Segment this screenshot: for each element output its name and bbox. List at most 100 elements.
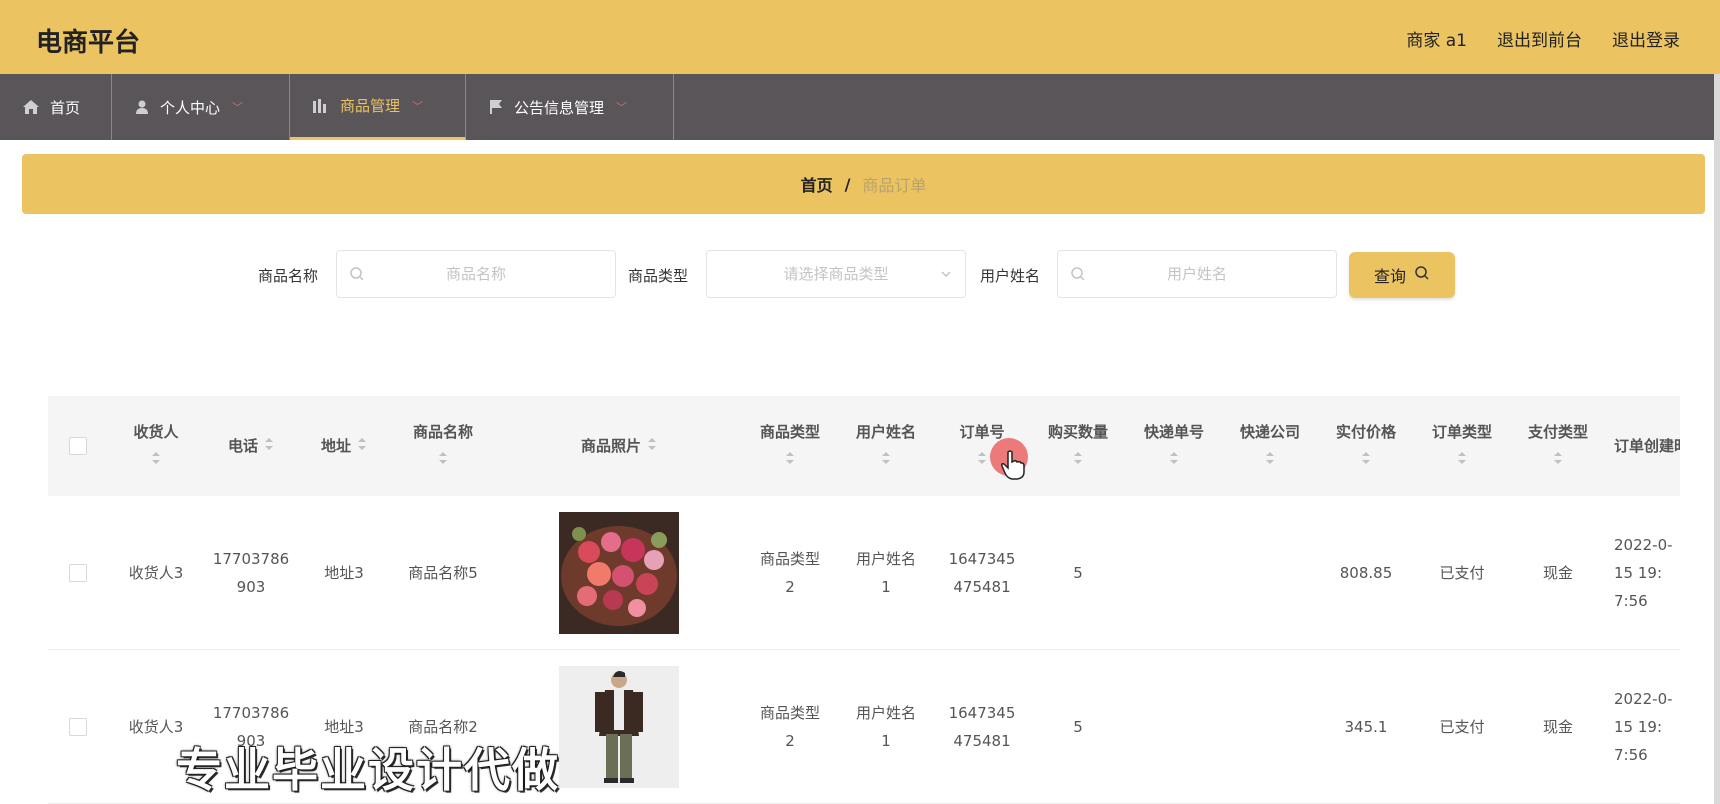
search-icon	[349, 266, 365, 286]
header-price[interactable]: 实付价格	[1318, 396, 1414, 496]
sort-icon[interactable]	[647, 432, 657, 460]
header-phone[interactable]: 电话	[204, 396, 298, 496]
chevron-down-icon: ﹀	[616, 101, 628, 114]
breadcrumb: 首页 / 商品订单	[22, 154, 1705, 214]
sort-icon[interactable]	[1169, 446, 1179, 474]
sort-icon[interactable]	[1265, 446, 1275, 474]
sort-icon[interactable]	[1073, 446, 1083, 474]
header-pay-type[interactable]: 支付类型	[1510, 396, 1606, 496]
sort-icon[interactable]	[264, 432, 274, 460]
sort-icon[interactable]	[1553, 446, 1563, 474]
search-icon	[1070, 266, 1086, 286]
cell-goods-photo[interactable]	[496, 496, 742, 650]
user-icon	[134, 99, 150, 115]
header-actions: 商家 a1 退出到前台 退出登录	[1406, 26, 1680, 51]
cell-goods-type: 商品类型2	[759, 704, 820, 750]
cell-order-type: 已支付	[1439, 718, 1485, 736]
exit-to-front-link[interactable]: 退出到前台	[1497, 26, 1582, 51]
goods-name-field[interactable]	[336, 250, 616, 298]
merchant-user-label[interactable]: 商家 a1	[1406, 26, 1467, 51]
header-pay-type-label: 支付类型	[1527, 423, 1588, 441]
goods-type-label: 商品类型	[628, 267, 689, 285]
sort-icon[interactable]	[785, 446, 795, 474]
table-header: 收货人 电话 地址 商品名称 商品照片 商品类型 用户姓名 订单号 购买数量 快…	[48, 396, 1680, 496]
nav-item-personal-center[interactable]: 个人中心 ﹀	[112, 74, 290, 140]
nav-item-notice-management[interactable]: 公告信息管理 ﹀	[466, 74, 674, 140]
header-select-all[interactable]	[48, 396, 108, 496]
header-goods-photo[interactable]: 商品照片	[496, 396, 742, 496]
header-address-label: 地址	[320, 437, 351, 455]
user-name-input[interactable]	[1058, 251, 1336, 297]
hand-pointer-icon	[1000, 450, 1026, 484]
chart-icon	[312, 98, 330, 114]
cell-express-company	[1222, 650, 1318, 804]
header-goods-photo-label: 商品照片	[580, 437, 641, 455]
sort-icon[interactable]	[1361, 446, 1371, 474]
sort-icon[interactable]	[151, 446, 161, 474]
cell-pay-type: 现金	[1542, 564, 1573, 582]
top-header: 电商平台 商家 a1 退出到前台 退出登录	[0, 0, 1720, 74]
header-created[interactable]: 订单创建时间	[1606, 396, 1680, 496]
header-quantity-label: 购买数量	[1047, 423, 1108, 441]
sort-icon[interactable]	[357, 432, 367, 460]
cell-address: 地址3	[324, 564, 364, 582]
header-goods-type[interactable]: 商品类型	[742, 396, 838, 496]
header-express-company[interactable]: 快递公司	[1222, 396, 1318, 496]
logout-link[interactable]: 退出登录	[1612, 26, 1680, 51]
sort-icon[interactable]	[881, 446, 891, 474]
cell-price: 345.1	[1344, 718, 1388, 736]
query-button-label: 查询	[1373, 267, 1406, 286]
goods-name-input[interactable]	[337, 251, 615, 297]
cell-receiver: 收货人3	[128, 564, 184, 582]
header-goods-name-label: 商品名称	[412, 423, 473, 441]
cell-created: 2022-0-15 19:7:56	[1614, 690, 1673, 764]
cell-goods-type: 商品类型2	[759, 550, 820, 596]
row-checkbox-cell[interactable]	[48, 496, 108, 650]
search-icon	[1414, 265, 1430, 285]
goods-type-input[interactable]	[707, 251, 965, 297]
nav-label-goods-management: 商品管理	[340, 97, 401, 115]
header-quantity[interactable]: 购买数量	[1030, 396, 1126, 496]
flower-bouquet-photo[interactable]	[559, 512, 679, 634]
goods-name-label: 商品名称	[258, 267, 319, 285]
header-user-name[interactable]: 用户姓名	[838, 396, 934, 496]
cell-user-name: 用户姓名1	[855, 550, 916, 596]
flag-icon	[488, 99, 504, 115]
man-in-jacket-photo[interactable]	[559, 666, 679, 788]
row-checkbox-cell[interactable]	[48, 650, 108, 804]
header-goods-name[interactable]: 商品名称	[390, 396, 496, 496]
sort-icon[interactable]	[438, 446, 448, 474]
cell-express-no	[1126, 496, 1222, 650]
breadcrumb-separator: /	[844, 174, 851, 194]
row-checkbox[interactable]	[69, 564, 87, 582]
header-goods-type-label: 商品类型	[759, 423, 820, 441]
home-icon	[22, 99, 40, 115]
query-button[interactable]: 查询	[1349, 252, 1455, 298]
header-phone-label: 电话	[227, 437, 258, 455]
app-title: 电商平台	[36, 28, 141, 58]
breadcrumb-home[interactable]: 首页	[801, 172, 833, 196]
header-order-type[interactable]: 订单类型	[1414, 396, 1510, 496]
table-row[interactable]: 收货人3 17703786903 地址3 商品名称5 商品类型2 用户姓名1 1…	[48, 496, 1680, 650]
nav-item-home[interactable]: 首页	[0, 74, 112, 140]
sort-icon[interactable]	[977, 446, 987, 474]
select-all-checkbox[interactable]	[69, 437, 87, 455]
nav-item-goods-management[interactable]: 商品管理 ﹀	[290, 74, 466, 140]
header-receiver[interactable]: 收货人	[108, 396, 204, 496]
nav-label-notice-management: 公告信息管理	[514, 98, 605, 117]
row-checkbox[interactable]	[69, 718, 87, 736]
cell-goods-name: 商品名称5	[408, 564, 478, 582]
sort-icon[interactable]	[1457, 446, 1467, 474]
page-scrollbar[interactable]	[1714, 74, 1720, 804]
cell-pay-type: 现金	[1542, 718, 1573, 736]
cell-price: 808.85	[1339, 564, 1393, 582]
header-receiver-label: 收货人	[133, 423, 179, 441]
header-address[interactable]: 地址	[298, 396, 390, 496]
user-name-field[interactable]	[1057, 250, 1337, 298]
cell-phone: 17703786903	[212, 550, 290, 596]
nav-label-home: 首页	[50, 98, 81, 117]
goods-type-select[interactable]	[706, 250, 966, 298]
header-express-no[interactable]: 快递单号	[1126, 396, 1222, 496]
cell-quantity: 5	[1073, 718, 1083, 736]
chevron-down-icon: ﹀	[412, 99, 424, 113]
